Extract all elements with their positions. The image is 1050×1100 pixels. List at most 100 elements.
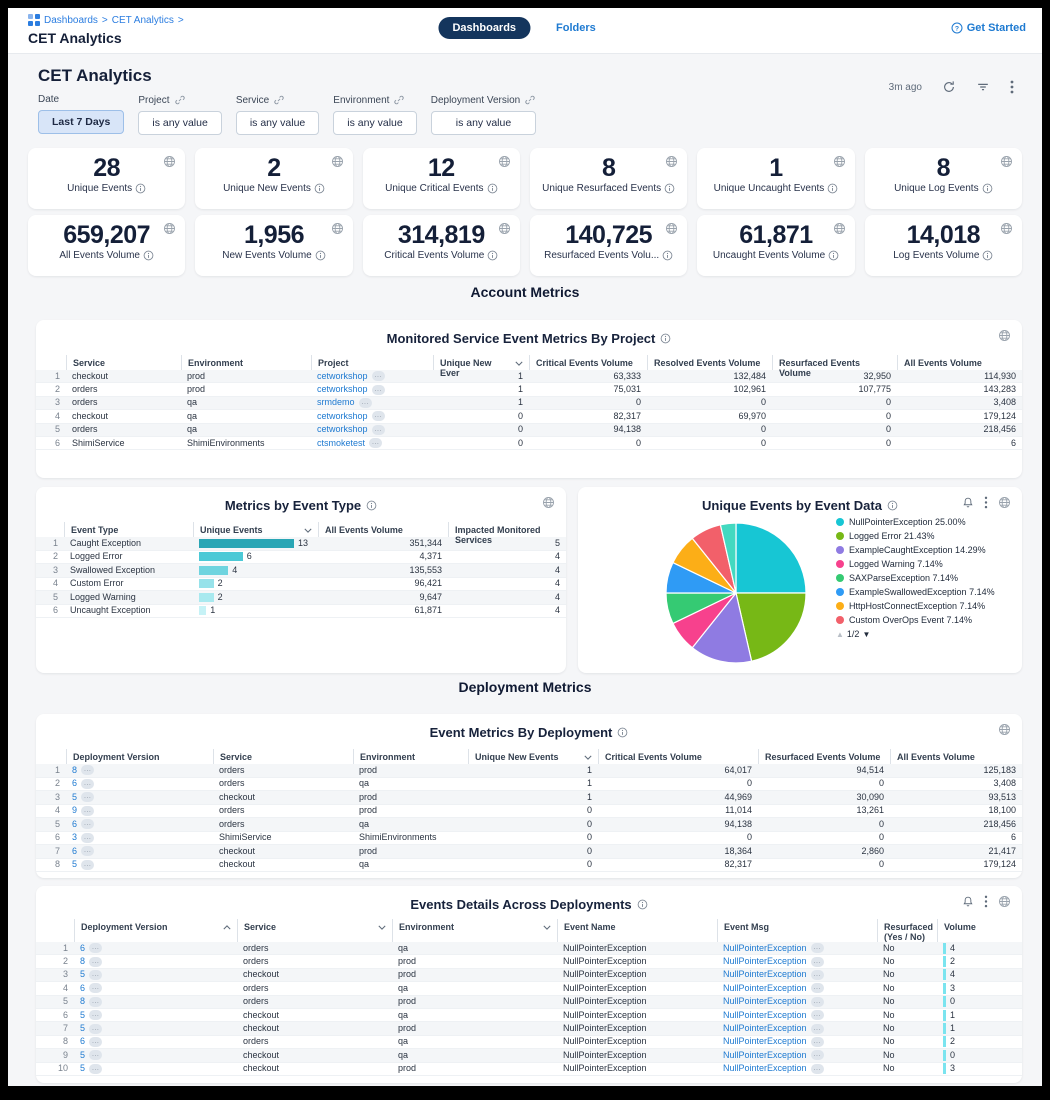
column-header-all-events-volume[interactable]: All Events Volume	[897, 355, 1022, 370]
cell-link[interactable]: cetworkshop	[317, 410, 368, 422]
globe-icon[interactable]	[665, 155, 678, 168]
legend-item[interactable]: ExampleCaughtException 14.29%	[836, 545, 1012, 556]
globe-icon[interactable]	[163, 222, 176, 235]
info-icon[interactable]	[664, 183, 675, 194]
ellipsis-pill[interactable]: ...	[372, 411, 385, 421]
ellipsis-pill[interactable]: ...	[81, 806, 94, 816]
column-header-service[interactable]: Service	[213, 749, 353, 764]
filter-value-chip[interactable]: is any value	[138, 111, 221, 135]
column-header-event-msg[interactable]: Event Msg	[717, 919, 877, 942]
globe-icon[interactable]	[542, 496, 555, 509]
globe-icon[interactable]	[998, 723, 1011, 736]
cell-link[interactable]: 5	[72, 859, 77, 872]
globe-icon[interactable]	[498, 155, 511, 168]
column-header-event-name[interactable]: Event Name	[557, 919, 717, 942]
column-header-unique-new-events[interactable]: Unique New Events	[468, 749, 598, 764]
ellipsis-pill[interactable]: ...	[81, 860, 94, 870]
cell-link[interactable]: NullPointerException	[723, 1049, 807, 1061]
info-icon[interactable]	[487, 183, 498, 194]
cell-link[interactable]: 5	[80, 1009, 85, 1021]
legend-item[interactable]: Logged Error 21.43%	[836, 531, 1012, 542]
cell-link[interactable]: 6	[72, 845, 77, 858]
ellipsis-pill[interactable]: ...	[369, 438, 382, 448]
cell-link[interactable]: cetworkshop	[317, 424, 368, 436]
ellipsis-pill[interactable]: ...	[81, 846, 94, 856]
cell-link[interactable]: 5	[80, 1022, 85, 1034]
cell-link[interactable]: 5	[80, 1063, 85, 1075]
info-icon[interactable]	[637, 899, 648, 910]
info-icon[interactable]	[135, 183, 146, 194]
ellipsis-pill[interactable]: ...	[81, 792, 94, 802]
ellipsis-pill[interactable]: ...	[372, 425, 385, 435]
cell-link[interactable]: 6	[80, 982, 85, 994]
cell-link[interactable]: NullPointerException	[723, 1009, 807, 1021]
globe-icon[interactable]	[833, 222, 846, 235]
ellipsis-pill[interactable]: ...	[811, 970, 824, 980]
ellipsis-pill[interactable]: ...	[89, 997, 102, 1007]
ellipsis-pill[interactable]: ...	[89, 1024, 102, 1034]
info-icon[interactable]	[887, 500, 898, 511]
ellipsis-pill[interactable]: ...	[372, 385, 385, 395]
ellipsis-pill[interactable]: ...	[89, 1064, 102, 1074]
cell-link[interactable]: 6	[72, 778, 77, 791]
cell-link[interactable]: 5	[72, 791, 77, 804]
filter-value-chip[interactable]: is any value	[333, 111, 416, 135]
column-header-deployment-version[interactable]: Deployment Version	[66, 749, 213, 764]
bell-icon[interactable]	[962, 895, 974, 908]
cell-link[interactable]: 8	[80, 996, 85, 1008]
ellipsis-pill[interactable]: ...	[81, 765, 94, 775]
ellipsis-pill[interactable]: ...	[811, 1024, 824, 1034]
cell-link[interactable]: 8	[72, 764, 77, 777]
ellipsis-pill[interactable]: ...	[811, 997, 824, 1007]
globe-icon[interactable]	[998, 329, 1011, 342]
cell-link[interactable]: 5	[80, 969, 85, 981]
ellipsis-pill[interactable]: ...	[81, 779, 94, 789]
ellipsis-pill[interactable]: ...	[811, 943, 824, 953]
column-header-resurfaced-events-volume[interactable]: Resurfaced Events Volume	[772, 355, 897, 370]
column-header-volume[interactable]: Volume	[937, 919, 1022, 942]
ellipsis-pill[interactable]: ...	[89, 970, 102, 980]
ellipsis-pill[interactable]: ...	[89, 943, 102, 953]
column-header-environment[interactable]: Environment	[181, 355, 311, 370]
legend-item[interactable]: Logged Warning 7.14%	[836, 559, 1012, 570]
legend-item[interactable]: SAXParseException 7.14%	[836, 573, 1012, 584]
tab-folders[interactable]: Folders	[556, 22, 596, 34]
column-header-environment[interactable]: Environment	[392, 919, 557, 942]
cell-link[interactable]: 6	[80, 1036, 85, 1048]
column-header-all-events-volume[interactable]: All Events Volume	[318, 522, 448, 537]
info-icon[interactable]	[143, 250, 154, 261]
info-icon[interactable]	[828, 250, 839, 261]
column-header-project[interactable]: Project	[311, 355, 433, 370]
ellipsis-pill[interactable]: ...	[811, 1050, 824, 1060]
globe-icon[interactable]	[331, 222, 344, 235]
kebab-icon[interactable]	[1010, 80, 1014, 94]
globe-icon[interactable]	[163, 155, 176, 168]
ellipsis-pill[interactable]: ...	[811, 1010, 824, 1020]
globe-icon[interactable]	[1000, 222, 1013, 235]
legend-item[interactable]: ExampleSwallowedException 7.14%	[836, 587, 1012, 598]
cell-link[interactable]: NullPointerException	[723, 942, 807, 954]
column-header-environment[interactable]: Environment	[353, 749, 468, 764]
info-icon[interactable]	[827, 183, 838, 194]
kebab-icon[interactable]	[984, 496, 988, 509]
column-header-impacted-monitored-services[interactable]: Impacted Monitored Services	[448, 522, 566, 537]
sort-asc-icon[interactable]	[223, 925, 231, 930]
ellipsis-pill[interactable]: ...	[89, 1010, 102, 1020]
cell-link[interactable]: cetworkshop	[317, 370, 368, 382]
info-icon[interactable]	[660, 333, 671, 344]
column-header-resurfaced[interactable]: Resurfaced(Yes / No)	[877, 919, 937, 942]
ellipsis-pill[interactable]: ...	[359, 398, 372, 408]
column-header-service[interactable]: Service	[237, 919, 392, 942]
filter-value-chip[interactable]: is any value	[431, 111, 537, 135]
cell-link[interactable]: ctsmoketest	[317, 437, 365, 449]
ellipsis-pill[interactable]: ...	[81, 819, 94, 829]
legend-page-up-icon[interactable]: ▲	[836, 630, 844, 639]
ellipsis-pill[interactable]: ...	[89, 957, 102, 967]
cell-link[interactable]: 6	[80, 942, 85, 954]
sort-desc-icon[interactable]	[378, 925, 386, 930]
cell-link[interactable]: 5	[80, 1049, 85, 1061]
cell-link[interactable]: NullPointerException	[723, 1063, 807, 1075]
column-header-event-type[interactable]: Event Type	[64, 522, 193, 537]
info-icon[interactable]	[366, 500, 377, 511]
breadcrumb-item-dashboards[interactable]: Dashboards	[44, 15, 98, 26]
